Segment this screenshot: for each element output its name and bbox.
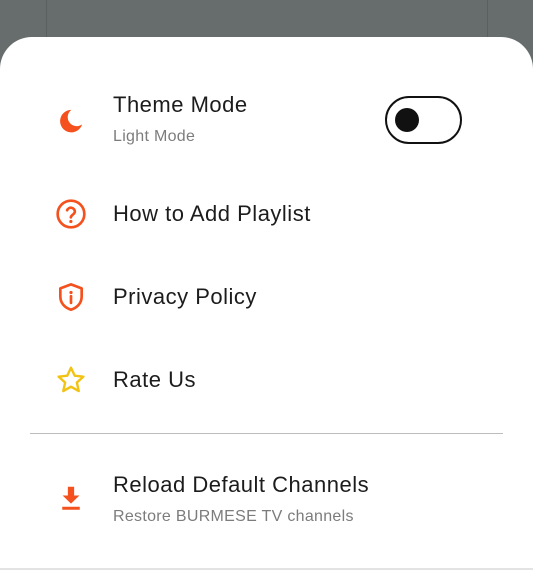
how-to-add-playlist-title: How to Add Playlist [113, 201, 311, 226]
theme-mode-title: Theme Mode [113, 92, 248, 117]
toggle-knob [395, 107, 419, 132]
rate-us-title: Rate Us [113, 367, 196, 392]
privacy-policy-item[interactable]: Privacy Policy [0, 265, 533, 329]
reload-default-channels-subtitle: Restore BURMESE TV channels [113, 508, 354, 525]
star-outline-icon [54, 363, 88, 397]
section-divider [30, 433, 503, 434]
how-to-add-playlist-item[interactable]: How to Add Playlist [0, 182, 533, 246]
download-icon [54, 481, 88, 515]
privacy-policy-title: Privacy Policy [113, 284, 257, 309]
theme-mode-toggle[interactable] [385, 96, 462, 144]
theme-mode-subtitle: Light Mode [113, 128, 196, 145]
reload-default-channels-item[interactable]: Reload Default Channels Restore BURMESE … [0, 457, 533, 547]
rate-us-item[interactable]: Rate Us [0, 348, 533, 412]
help-circle-icon [54, 197, 88, 231]
reload-default-channels-title: Reload Default Channels [113, 472, 370, 497]
moon-icon [54, 104, 88, 138]
shield-info-icon [54, 280, 88, 314]
settings-bottom-sheet: Theme Mode Light Mode How to Add Playlis… [0, 37, 533, 570]
